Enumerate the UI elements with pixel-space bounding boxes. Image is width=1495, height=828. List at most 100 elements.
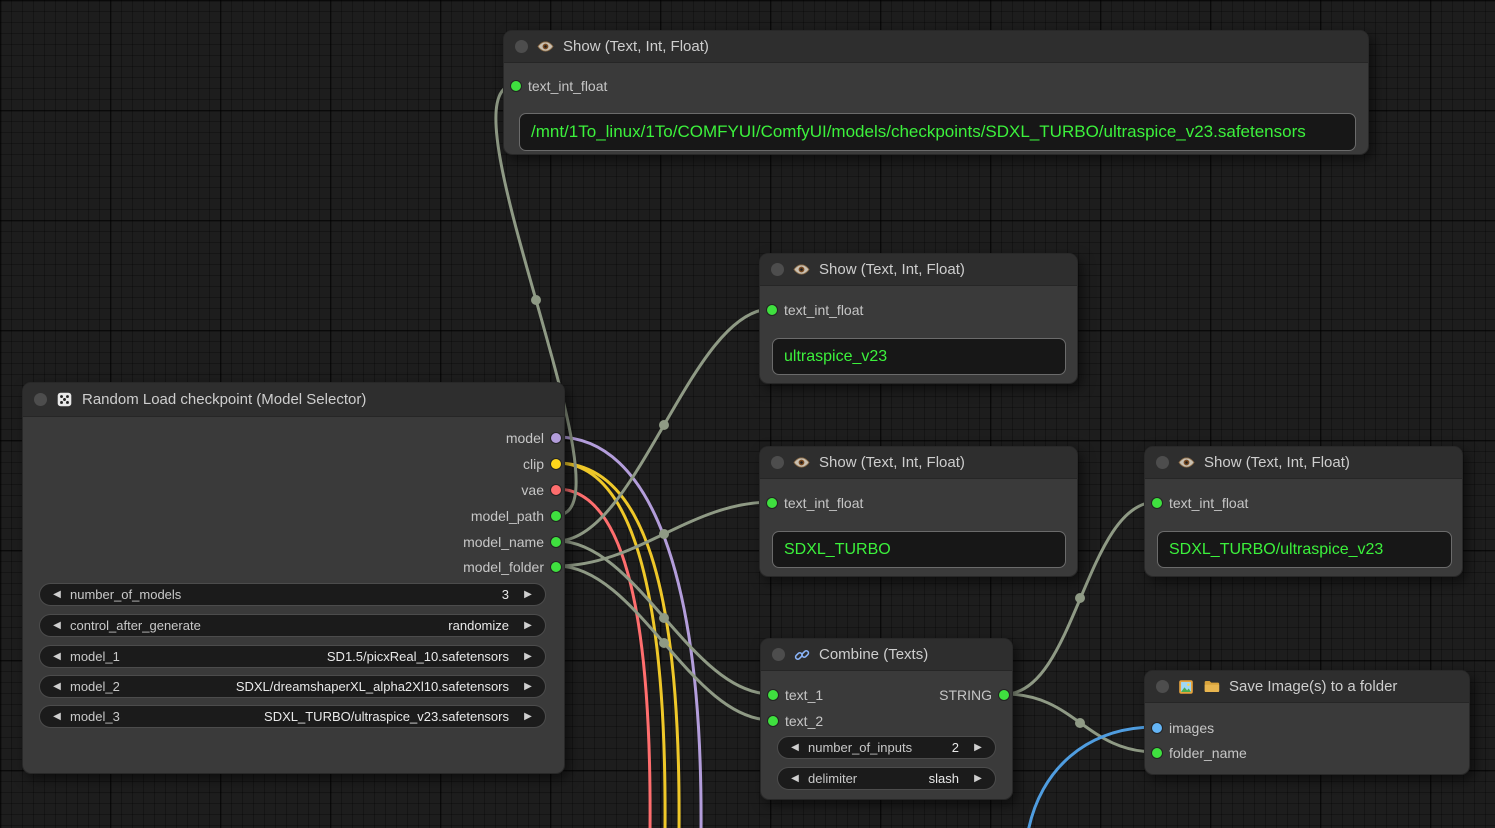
node-title: Show (Text, Int, Float) xyxy=(563,38,709,55)
output-socket-model[interactable] xyxy=(551,433,561,443)
widget-number-of-models[interactable]: ◀ number_of_models 3 ▶ xyxy=(39,583,546,606)
node-titlebar[interactable]: Show (Text, Int, Float) xyxy=(760,447,1077,479)
link-midpoint-dot xyxy=(659,613,669,623)
eye-icon xyxy=(793,261,810,278)
input-slot-text-1: text_1 xyxy=(768,687,823,703)
next-arrow-icon[interactable]: ▶ xyxy=(519,711,537,722)
widget-control-after-generate[interactable]: ◀ control_after_generate randomize ▶ xyxy=(39,614,546,637)
node-title: Show (Text, Int, Float) xyxy=(1204,454,1350,471)
output-slot-clip: clip xyxy=(523,456,561,472)
input-socket-text-1[interactable] xyxy=(768,690,778,700)
link-image-to-save xyxy=(1028,727,1156,828)
node-title: Save Image(s) to a folder xyxy=(1229,678,1397,695)
widget-label: number_of_models xyxy=(70,587,181,602)
node-random-load-checkpoint[interactable]: Random Load checkpoint (Model Selector) … xyxy=(22,382,565,774)
input-socket-text-2[interactable] xyxy=(768,716,778,726)
input-slot-text-int-float: text_int_float xyxy=(767,302,863,318)
input-label: text_int_float xyxy=(1169,495,1248,511)
widget-label: delimiter xyxy=(808,771,857,786)
prev-arrow-icon[interactable]: ◀ xyxy=(48,681,66,692)
prev-arrow-icon[interactable]: ◀ xyxy=(786,773,804,784)
input-slot-folder-name: folder_name xyxy=(1152,745,1247,761)
collapse-toggle[interactable] xyxy=(1156,456,1169,469)
input-socket-images[interactable] xyxy=(1152,723,1162,733)
next-arrow-icon[interactable]: ▶ xyxy=(519,651,537,662)
input-slot-text-int-float: text_int_float xyxy=(1152,495,1248,511)
value-display: SDXL_TURBO/ultraspice_v23 xyxy=(1157,531,1452,568)
next-arrow-icon[interactable]: ▶ xyxy=(519,620,537,631)
input-slot-text-2: text_2 xyxy=(768,713,823,729)
widget-value: SD1.5/picxReal_10.safetensors xyxy=(120,649,509,664)
widget-value: SDXL_TURBO/ultraspice_v23.safetensors xyxy=(120,709,509,724)
widget-model-3[interactable]: ◀ model_3 SDXL_TURBO/ultraspice_v23.safe… xyxy=(39,705,546,728)
input-socket[interactable] xyxy=(1152,498,1162,508)
node-title: Combine (Texts) xyxy=(819,646,928,663)
node-combine-texts[interactable]: Combine (Texts) text_1 text_2 STRING ◀ n… xyxy=(760,638,1013,800)
node-titlebar[interactable]: Combine (Texts) xyxy=(761,639,1012,671)
link-midpoint-dot xyxy=(1075,718,1085,728)
next-arrow-icon[interactable]: ▶ xyxy=(969,773,987,784)
output-socket-model-folder[interactable] xyxy=(551,562,561,572)
output-label: model_path xyxy=(471,508,544,524)
link-midpoint-dot xyxy=(659,420,669,430)
image-icon xyxy=(1178,679,1194,695)
node-title: Random Load checkpoint (Model Selector) xyxy=(82,391,366,408)
increment-arrow-icon[interactable]: ▶ xyxy=(519,589,537,600)
increment-arrow-icon[interactable]: ▶ xyxy=(969,742,987,753)
input-socket[interactable] xyxy=(767,305,777,315)
node-titlebar[interactable]: Random Load checkpoint (Model Selector) xyxy=(23,383,564,417)
link-midpoint-dot xyxy=(659,638,669,648)
output-slot-model: model xyxy=(506,430,561,446)
output-label: model xyxy=(506,430,544,446)
widget-model-1[interactable]: ◀ model_1 SD1.5/picxReal_10.safetensors … xyxy=(39,645,546,668)
eye-icon xyxy=(793,454,810,471)
decrement-arrow-icon[interactable]: ◀ xyxy=(786,742,804,753)
output-socket-model-name[interactable] xyxy=(551,537,561,547)
input-slot-images: images xyxy=(1152,720,1214,736)
output-label: STRING xyxy=(939,687,992,703)
node-titlebar[interactable]: Show (Text, Int, Float) xyxy=(504,31,1368,63)
node-show-model-folder[interactable]: Show (Text, Int, Float) text_int_float S… xyxy=(759,446,1078,577)
prev-arrow-icon[interactable]: ◀ xyxy=(48,651,66,662)
node-show-model-name[interactable]: Show (Text, Int, Float) text_int_float u… xyxy=(759,253,1078,384)
output-socket-model-path[interactable] xyxy=(551,511,561,521)
node-show-model-path[interactable]: Show (Text, Int, Float) text_int_float /… xyxy=(503,30,1369,155)
output-slot-vae: vae xyxy=(521,482,561,498)
collapse-toggle[interactable] xyxy=(771,263,784,276)
input-socket[interactable] xyxy=(511,81,521,91)
next-arrow-icon[interactable]: ▶ xyxy=(519,681,537,692)
widget-delimiter[interactable]: ◀ delimiter slash ▶ xyxy=(777,767,996,790)
input-socket-folder-name[interactable] xyxy=(1152,748,1162,758)
widget-label: model_3 xyxy=(70,709,120,724)
node-titlebar[interactable]: Save Image(s) to a folder xyxy=(1145,671,1469,703)
output-socket-string[interactable] xyxy=(999,690,1009,700)
collapse-toggle[interactable] xyxy=(1156,680,1169,693)
output-socket-clip[interactable] xyxy=(551,459,561,469)
widget-label: number_of_inputs xyxy=(808,740,912,755)
collapse-toggle[interactable] xyxy=(772,648,785,661)
input-socket[interactable] xyxy=(767,498,777,508)
widget-value: 3 xyxy=(181,587,509,602)
collapse-toggle[interactable] xyxy=(771,456,784,469)
output-slot-string: STRING xyxy=(939,687,1009,703)
decrement-arrow-icon[interactable]: ◀ xyxy=(48,589,66,600)
widget-label: model_1 xyxy=(70,649,120,664)
widget-number-of-inputs[interactable]: ◀ number_of_inputs 2 ▶ xyxy=(777,736,996,759)
output-socket-vae[interactable] xyxy=(551,485,561,495)
eye-icon xyxy=(1178,454,1195,471)
input-label: text_1 xyxy=(785,687,823,703)
node-save-images-to-folder[interactable]: Save Image(s) to a folder images folder_… xyxy=(1144,670,1470,775)
widget-value: randomize xyxy=(201,618,509,633)
collapse-toggle[interactable] xyxy=(515,40,528,53)
node-show-combined-path[interactable]: Show (Text, Int, Float) text_int_float S… xyxy=(1144,446,1463,577)
widget-value: SDXL/dreamshaperXL_alpha2Xl10.safetensor… xyxy=(120,679,509,694)
collapse-toggle[interactable] xyxy=(34,393,47,406)
node-titlebar[interactable]: Show (Text, Int, Float) xyxy=(1145,447,1462,479)
prev-arrow-icon[interactable]: ◀ xyxy=(48,620,66,631)
widget-label: model_2 xyxy=(70,679,120,694)
node-titlebar[interactable]: Show (Text, Int, Float) xyxy=(760,254,1077,286)
prev-arrow-icon[interactable]: ◀ xyxy=(48,711,66,722)
node-graph-canvas[interactable]: Show (Text, Int, Float) text_int_float /… xyxy=(0,0,1495,828)
widget-model-2[interactable]: ◀ model_2 SDXL/dreamshaperXL_alpha2Xl10.… xyxy=(39,675,546,698)
node-title: Show (Text, Int, Float) xyxy=(819,261,965,278)
